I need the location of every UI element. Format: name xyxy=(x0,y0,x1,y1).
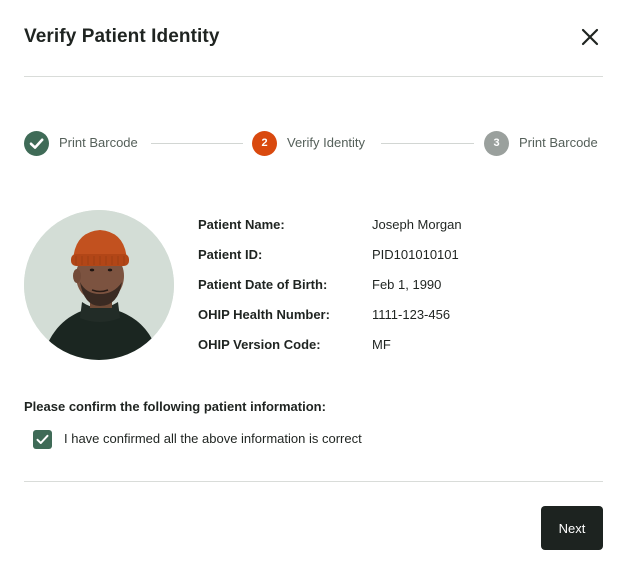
patient-id-value: PID101010101 xyxy=(372,247,459,262)
patient-name-value: Joseph Morgan xyxy=(372,217,462,232)
ohip-health-number-value: 1111-123-456 xyxy=(372,307,451,322)
step-2-label: Verify Identity xyxy=(287,135,366,150)
step-1-label: Print Barcode xyxy=(59,135,138,150)
patient-photo xyxy=(24,210,174,360)
ohip-version-code-label: OHIP Version Code: xyxy=(198,337,321,352)
footer-divider xyxy=(24,481,603,482)
patient-name-label: Patient Name: xyxy=(198,217,285,232)
dialog-title: Verify Patient Identity xyxy=(24,26,220,47)
dialog-header: Verify Patient Identity xyxy=(24,24,603,52)
ohip-health-number-label: OHIP Health Number: xyxy=(198,307,330,322)
confirmation-prompt: Please confirm the following patient inf… xyxy=(24,399,326,414)
confirm-checkbox[interactable] xyxy=(33,430,52,449)
checkmark-icon xyxy=(36,434,49,444)
header-divider xyxy=(24,76,603,77)
patient-dob-label: Patient Date of Birth: xyxy=(198,277,328,292)
step-3-number: 3 xyxy=(493,137,500,149)
step-3-label: Print Barcode xyxy=(519,135,598,150)
step-connector xyxy=(381,143,474,144)
patient-id-label: Patient ID: xyxy=(198,247,263,262)
close-icon[interactable] xyxy=(581,28,599,46)
step-2-number: 2 xyxy=(261,137,268,149)
progress-stepper: Print Barcode 2 Verify Identity 3 Print … xyxy=(24,131,603,157)
step-3-marker: 3 xyxy=(484,131,509,156)
step-2-marker: 2 xyxy=(252,131,277,156)
verify-identity-dialog: Verify Patient Identity Print Barcode 2 … xyxy=(0,0,627,574)
confirm-checkbox-label[interactable]: I have confirmed all the above informati… xyxy=(64,431,362,446)
ohip-version-code-value: MF xyxy=(372,337,391,352)
patient-dob-value: Feb 1, 1990 xyxy=(372,277,442,292)
check-circle-icon xyxy=(24,131,49,156)
next-button[interactable]: Next xyxy=(541,506,603,550)
step-connector xyxy=(151,143,243,144)
